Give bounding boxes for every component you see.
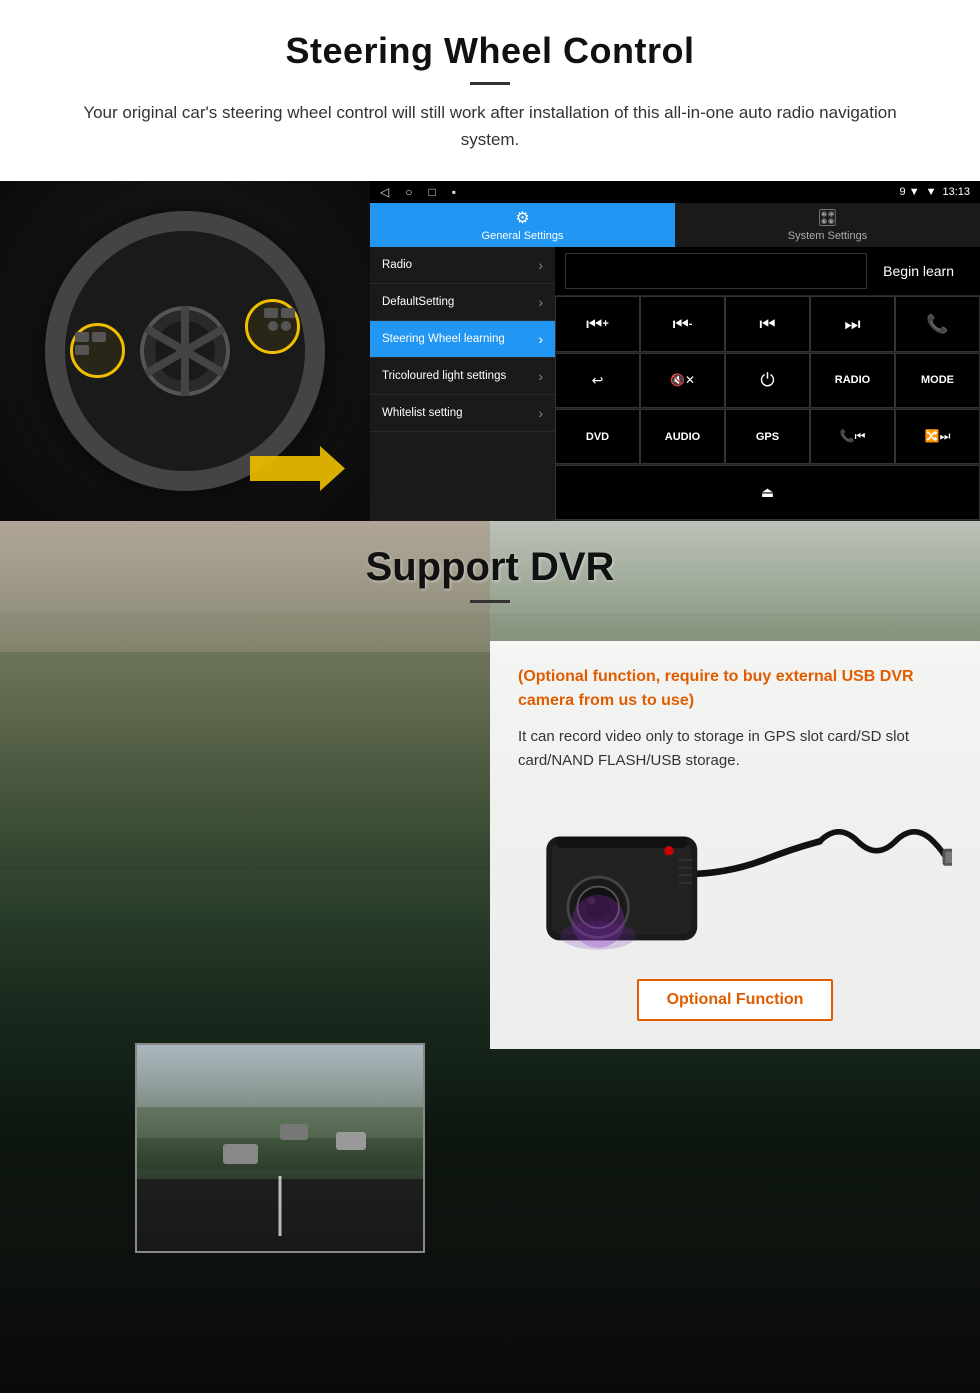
- dvr-camera-image: [518, 789, 952, 969]
- dvr-preview-scene: [137, 1045, 423, 1251]
- hangup-button[interactable]: ↩: [555, 353, 640, 408]
- page-title: Steering Wheel Control: [40, 30, 940, 72]
- dvr-title-divider: [470, 600, 510, 603]
- phone-button[interactable]: 📞: [895, 296, 980, 351]
- gps-button[interactable]: GPS: [725, 409, 810, 464]
- nav-back-icon[interactable]: ◁: [380, 185, 389, 199]
- dvr-title: Support DVR: [40, 545, 940, 590]
- steering-wheel-image: [0, 181, 370, 521]
- nav-home-icon[interactable]: ○: [405, 185, 412, 199]
- settings-tabs[interactable]: ⚙ General Settings 🎛 System Settings: [370, 203, 980, 247]
- android-ui-panel: ◁ ○ □ ▪ 9 ▼ ▼ 13:13 ⚙ General Settings 🎛…: [370, 181, 980, 521]
- begin-learn-button[interactable]: Begin learn: [867, 257, 970, 285]
- settings-content: Radio › DefaultSetting › Steering Wheel …: [370, 247, 980, 521]
- system-icon: 🎛: [817, 208, 837, 228]
- dvr-preview-thumbnail: [135, 1043, 425, 1253]
- next-track-button[interactable]: ⏭: [810, 296, 895, 351]
- menu-item-radio[interactable]: Radio ›: [370, 247, 555, 284]
- control-row-1: ⏮+ ⏮- ⏮ ⏭ 📞: [555, 296, 980, 352]
- chevron-right-icon: ›: [538, 294, 543, 310]
- phone-prev-button[interactable]: 📞⏮: [810, 409, 895, 464]
- control-row-3: DVD AUDIO GPS 📞⏮ 🔀⏭: [555, 409, 980, 465]
- mute-button[interactable]: 🔇✕: [640, 353, 725, 408]
- mode-button[interactable]: MODE: [895, 353, 980, 408]
- begin-learn-row: Begin learn: [555, 247, 980, 296]
- wifi-icon: ▼: [926, 186, 937, 198]
- dvd-button[interactable]: DVD: [555, 409, 640, 464]
- tab-general-label: General Settings: [482, 230, 564, 242]
- menu-default-label: DefaultSetting: [382, 295, 454, 310]
- gear-icon: ⚙: [515, 208, 529, 228]
- shuffle-next-button[interactable]: 🔀⏭: [895, 409, 980, 464]
- dvr-info-card: (Optional function, require to buy exter…: [490, 641, 980, 1049]
- android-statusbar: ◁ ○ □ ▪ 9 ▼ ▼ 13:13: [370, 181, 980, 203]
- vol-up-button[interactable]: ⏮+: [555, 296, 640, 351]
- steering-wheel-bg: [0, 181, 370, 521]
- title-divider: [470, 82, 510, 85]
- radio-button[interactable]: RADIO: [810, 353, 895, 408]
- nav-menu-icon[interactable]: ▪: [452, 185, 456, 199]
- dvr-section-header: Support DVR: [0, 521, 980, 613]
- eject-button[interactable]: ⏏: [555, 465, 980, 520]
- tab-general-settings[interactable]: ⚙ General Settings: [370, 203, 675, 247]
- steering-panel: ◁ ○ □ ▪ 9 ▼ ▼ 13:13 ⚙ General Settings 🎛…: [0, 181, 980, 521]
- page-subtitle: Your original car's steering wheel contr…: [60, 99, 920, 153]
- chevron-right-icon: ›: [538, 368, 543, 384]
- dvr-camera-svg: [518, 789, 952, 969]
- steering-section-header: Steering Wheel Control Your original car…: [0, 0, 980, 163]
- settings-menu: Radio › DefaultSetting › Steering Wheel …: [370, 247, 555, 521]
- menu-tricolour-label: Tricoloured light settings: [382, 369, 506, 384]
- power-button[interactable]: ⏻: [725, 353, 810, 408]
- chevron-right-icon: ›: [538, 331, 543, 347]
- menu-item-tricolour[interactable]: Tricoloured light settings ›: [370, 358, 555, 395]
- steering-button-grid: Begin learn ⏮+ ⏮- ⏮ ⏭ 📞 ↩ 🔇✕ ⏻ RADIO MOD…: [555, 247, 980, 521]
- menu-item-default[interactable]: DefaultSetting ›: [370, 284, 555, 321]
- nav-buttons: ◁ ○ □ ▪: [380, 185, 456, 199]
- optional-function-button[interactable]: Optional Function: [637, 979, 834, 1021]
- dvr-optional-note: (Optional function, require to buy exter…: [518, 665, 952, 713]
- signal-icon: 9 ▼: [900, 186, 920, 198]
- control-row-4: ⏏: [555, 465, 980, 521]
- status-icons: 9 ▼ ▼ 13:13: [900, 186, 970, 198]
- dvr-section: Support DVR (Optional function, require …: [0, 521, 980, 1393]
- nav-recents-icon[interactable]: □: [428, 185, 435, 199]
- control-row-2: ↩ 🔇✕ ⏻ RADIO MODE: [555, 353, 980, 409]
- audio-button[interactable]: AUDIO: [640, 409, 725, 464]
- menu-steering-label: Steering Wheel learning: [382, 332, 505, 347]
- menu-item-steering[interactable]: Steering Wheel learning ›: [370, 321, 555, 358]
- vol-down-button[interactable]: ⏮-: [640, 296, 725, 351]
- prev-track-button[interactable]: ⏮: [725, 296, 810, 351]
- tab-system-settings[interactable]: 🎛 System Settings: [675, 203, 980, 247]
- menu-whitelist-label: Whitelist setting: [382, 406, 463, 421]
- clock: 13:13: [942, 186, 970, 198]
- menu-item-whitelist[interactable]: Whitelist setting ›: [370, 395, 555, 432]
- menu-radio-label: Radio: [382, 258, 412, 273]
- chevron-right-icon: ›: [538, 257, 543, 273]
- dvr-description: It can record video only to storage in G…: [518, 725, 952, 773]
- chevron-right-icon: ›: [538, 405, 543, 421]
- tab-system-label: System Settings: [788, 230, 867, 242]
